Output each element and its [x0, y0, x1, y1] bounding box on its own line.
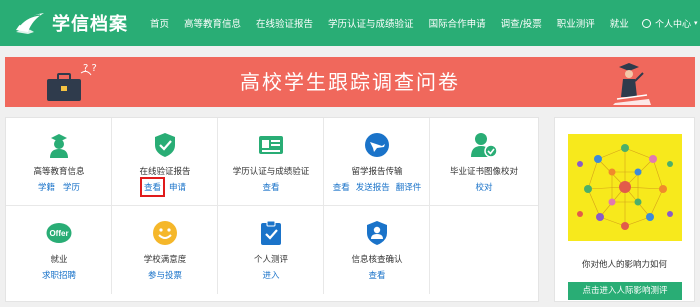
link-view-report[interactable]: 查看 — [139, 177, 166, 197]
offer-icon: Offer — [46, 223, 72, 243]
people-network-icon — [577, 144, 673, 230]
user-check-icon — [471, 133, 497, 158]
nav-higher-education[interactable]: 高等教育信息 — [184, 16, 241, 30]
service-online-verification: 在线验证报告 查看 申请 — [112, 118, 218, 206]
link-student-status[interactable]: 学籍 — [38, 181, 55, 193]
nav-survey-vote[interactable]: 调查/投票 — [501, 16, 542, 30]
link-job-search[interactable]: 求职招聘 — [42, 269, 76, 281]
service-school-satisfaction: 学校满意度 参与投票 — [112, 206, 218, 294]
service-title: 留学报告传输 — [351, 167, 403, 177]
globe-plane-icon — [365, 133, 389, 157]
service-study-abroad-transfer: 留学报告传输 查看 发送报告 翻译件 — [324, 118, 430, 206]
smile-icon — [153, 221, 177, 245]
services-panel: 高等教育信息 学籍 学历 在线验证报告 查看 申请 学历认证与成绩验证 查看 留… — [5, 117, 539, 302]
nav-employment[interactable]: 就业 — [610, 16, 629, 30]
link-translation[interactable]: 翻译件 — [396, 181, 422, 193]
service-info-verification: 信息核查确认 查看 — [324, 206, 430, 294]
service-title: 就业 — [50, 255, 68, 265]
nav-career-assessment[interactable]: 职业测评 — [557, 16, 595, 30]
service-diploma-image-check: 毕业证书图像校对 校对 — [430, 118, 538, 206]
top-header: 学信档案 首页 高等教育信息 在线验证报告 学历认证与成绩验证 国际合作申请 调… — [0, 0, 700, 46]
id-card-icon — [259, 136, 283, 154]
logo-text: 学信档案 — [52, 14, 128, 35]
service-degree-certification: 学历认证与成绩验证 查看 — [218, 118, 324, 206]
nav-international-cooperation[interactable]: 国际合作申请 — [429, 16, 486, 30]
survey-banner[interactable]: ? ? 高校学生跟踪调查问卷 — [5, 57, 695, 107]
banner-title: 高校学生跟踪调查问卷 — [240, 70, 460, 94]
link-vote[interactable]: 参与投票 — [148, 269, 182, 281]
offer-icon-text: Offer — [49, 229, 68, 238]
link-view-transfer[interactable]: 查看 — [333, 181, 350, 193]
service-higher-education: 高等教育信息 学籍 学历 — [6, 118, 112, 206]
service-title: 高等教育信息 — [33, 167, 85, 177]
service-title: 毕业证书图像校对 — [449, 167, 518, 177]
user-center-menu[interactable]: 个人中心 ▾ — [642, 0, 698, 46]
nav-home[interactable]: 首页 — [150, 16, 169, 30]
main-nav: 首页 高等教育信息 在线验证报告 学历认证与成绩验证 国际合作申请 调查/投票 … — [150, 0, 629, 46]
site-logo[interactable]: 学信档案 — [14, 8, 128, 38]
service-title: 学历认证与成绩验证 — [232, 167, 310, 177]
network-illustration[interactable] — [568, 134, 682, 241]
graduate-figure-icon — [613, 63, 651, 105]
influence-test-button[interactable]: 点击进入人际影响测评 — [568, 282, 682, 300]
chevron-down-icon: ▾ — [694, 19, 698, 27]
nav-degree-certification[interactable]: 学历认证与成绩验证 — [328, 16, 414, 30]
service-employment: Offer 就业 求职招聘 — [6, 206, 112, 294]
link-proofread[interactable]: 校对 — [475, 181, 492, 193]
nav-online-verification[interactable]: 在线验证报告 — [256, 16, 313, 30]
user-shield-icon — [367, 221, 387, 245]
logo-book-icon — [16, 13, 44, 34]
link-degree[interactable]: 学历 — [63, 181, 80, 193]
service-title: 个人测评 — [253, 255, 288, 265]
service-title: 信息核查确认 — [351, 255, 403, 265]
clipboard-check-icon — [261, 220, 281, 245]
service-title: 在线验证报告 — [139, 167, 191, 177]
user-circle-icon — [642, 18, 651, 28]
service-personal-assessment: 个人测评 进入 — [218, 206, 324, 294]
link-apply-report[interactable]: 申请 — [169, 181, 186, 193]
link-view-verification[interactable]: 查看 — [368, 269, 385, 281]
influence-test-ad: 你对他人的影响力如何 点击进入人际影响测评 — [554, 117, 695, 302]
shield-check-icon — [155, 133, 175, 157]
service-title: 学校满意度 — [143, 255, 187, 265]
link-enter-assessment[interactable]: 进入 — [262, 269, 279, 281]
side-ad-caption: 你对他人的影响力如何 — [581, 260, 667, 270]
user-center-label: 个人中心 — [655, 19, 692, 30]
link-send-report[interactable]: 发送报告 — [356, 181, 390, 193]
graduate-icon — [50, 134, 68, 158]
link-view-certification[interactable]: 查看 — [262, 181, 279, 193]
